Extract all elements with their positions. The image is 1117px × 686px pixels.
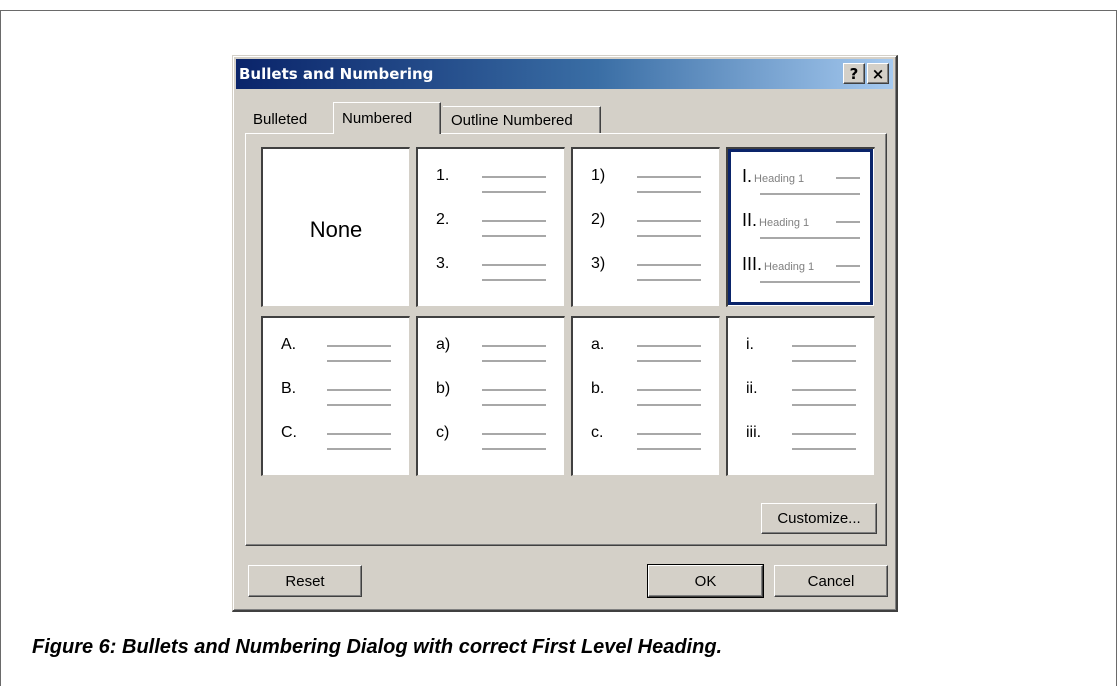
tab-outline-numbered[interactable]: Outline Numbered xyxy=(443,106,601,133)
list-marker: a) xyxy=(436,336,451,353)
style-option-lower-alpha-period[interactable]: a. b. c. xyxy=(571,316,720,476)
list-marker: II. xyxy=(742,210,758,230)
list-marker: 1) xyxy=(591,167,606,184)
list-marker: III. xyxy=(742,254,763,274)
list-marker: B. xyxy=(281,380,297,397)
list-marker: 3) xyxy=(591,255,606,272)
list-marker: A. xyxy=(281,336,297,353)
style-option-upper-alpha[interactable]: A. B. C. xyxy=(261,316,410,476)
list-marker: iii. xyxy=(746,424,762,441)
figure-caption: Figure 6: Bullets and Numbering Dialog w… xyxy=(32,636,723,658)
style-option-decimal-period[interactable]: 1. 2. 3. xyxy=(416,147,565,307)
ok-button[interactable]: OK xyxy=(647,564,764,598)
style-option-decimal-paren[interactable]: 1) 2) 3) xyxy=(571,147,720,307)
close-button[interactable]: × xyxy=(867,63,889,84)
list-marker: 2) xyxy=(591,211,606,228)
numbering-panel: None 1. 2. 3. 1) 2) 3) I. Heading 1 II. He… xyxy=(245,133,887,546)
list-marker: 3. xyxy=(436,255,450,272)
list-marker: C. xyxy=(281,424,297,441)
heading-text: Heading 1 xyxy=(754,173,805,185)
style-option-lower-roman[interactable]: i. ii. iii. xyxy=(726,316,875,476)
list-marker: I. xyxy=(742,166,753,186)
list-marker: i. xyxy=(746,336,754,353)
cancel-button[interactable]: Cancel xyxy=(774,565,888,597)
heading-text: Heading 1 xyxy=(764,261,815,273)
list-marker: b. xyxy=(591,380,605,397)
style-option-none[interactable]: None xyxy=(261,147,410,307)
help-button[interactable]: ? xyxy=(843,63,865,84)
title-bar[interactable]: Bullets and Numbering ? × xyxy=(236,59,893,89)
dialog-title: Bullets and Numbering xyxy=(239,65,434,83)
style-option-roman-heading[interactable]: I. Heading 1 II. Heading 1 III. Heading 1 xyxy=(726,147,875,307)
style-option-lower-alpha-paren[interactable]: a) b) c) xyxy=(416,316,565,476)
list-marker: a. xyxy=(591,336,605,353)
list-marker: 2. xyxy=(436,211,450,228)
customize-button[interactable]: Customize... xyxy=(761,503,877,534)
heading-text: Heading 1 xyxy=(759,217,810,229)
list-marker: 1. xyxy=(436,167,450,184)
list-marker: c) xyxy=(436,424,450,441)
list-marker: ii. xyxy=(746,380,758,397)
reset-button[interactable]: Reset xyxy=(248,565,362,597)
none-label: None xyxy=(309,217,363,242)
list-marker: c. xyxy=(591,424,604,441)
list-marker: b) xyxy=(436,380,451,397)
bullets-numbering-dialog: Bullets and Numbering ? × Bulleted Numbe… xyxy=(232,55,898,612)
tab-numbered[interactable]: Numbered xyxy=(333,102,441,134)
tab-bulleted[interactable]: Bulleted xyxy=(245,106,333,133)
